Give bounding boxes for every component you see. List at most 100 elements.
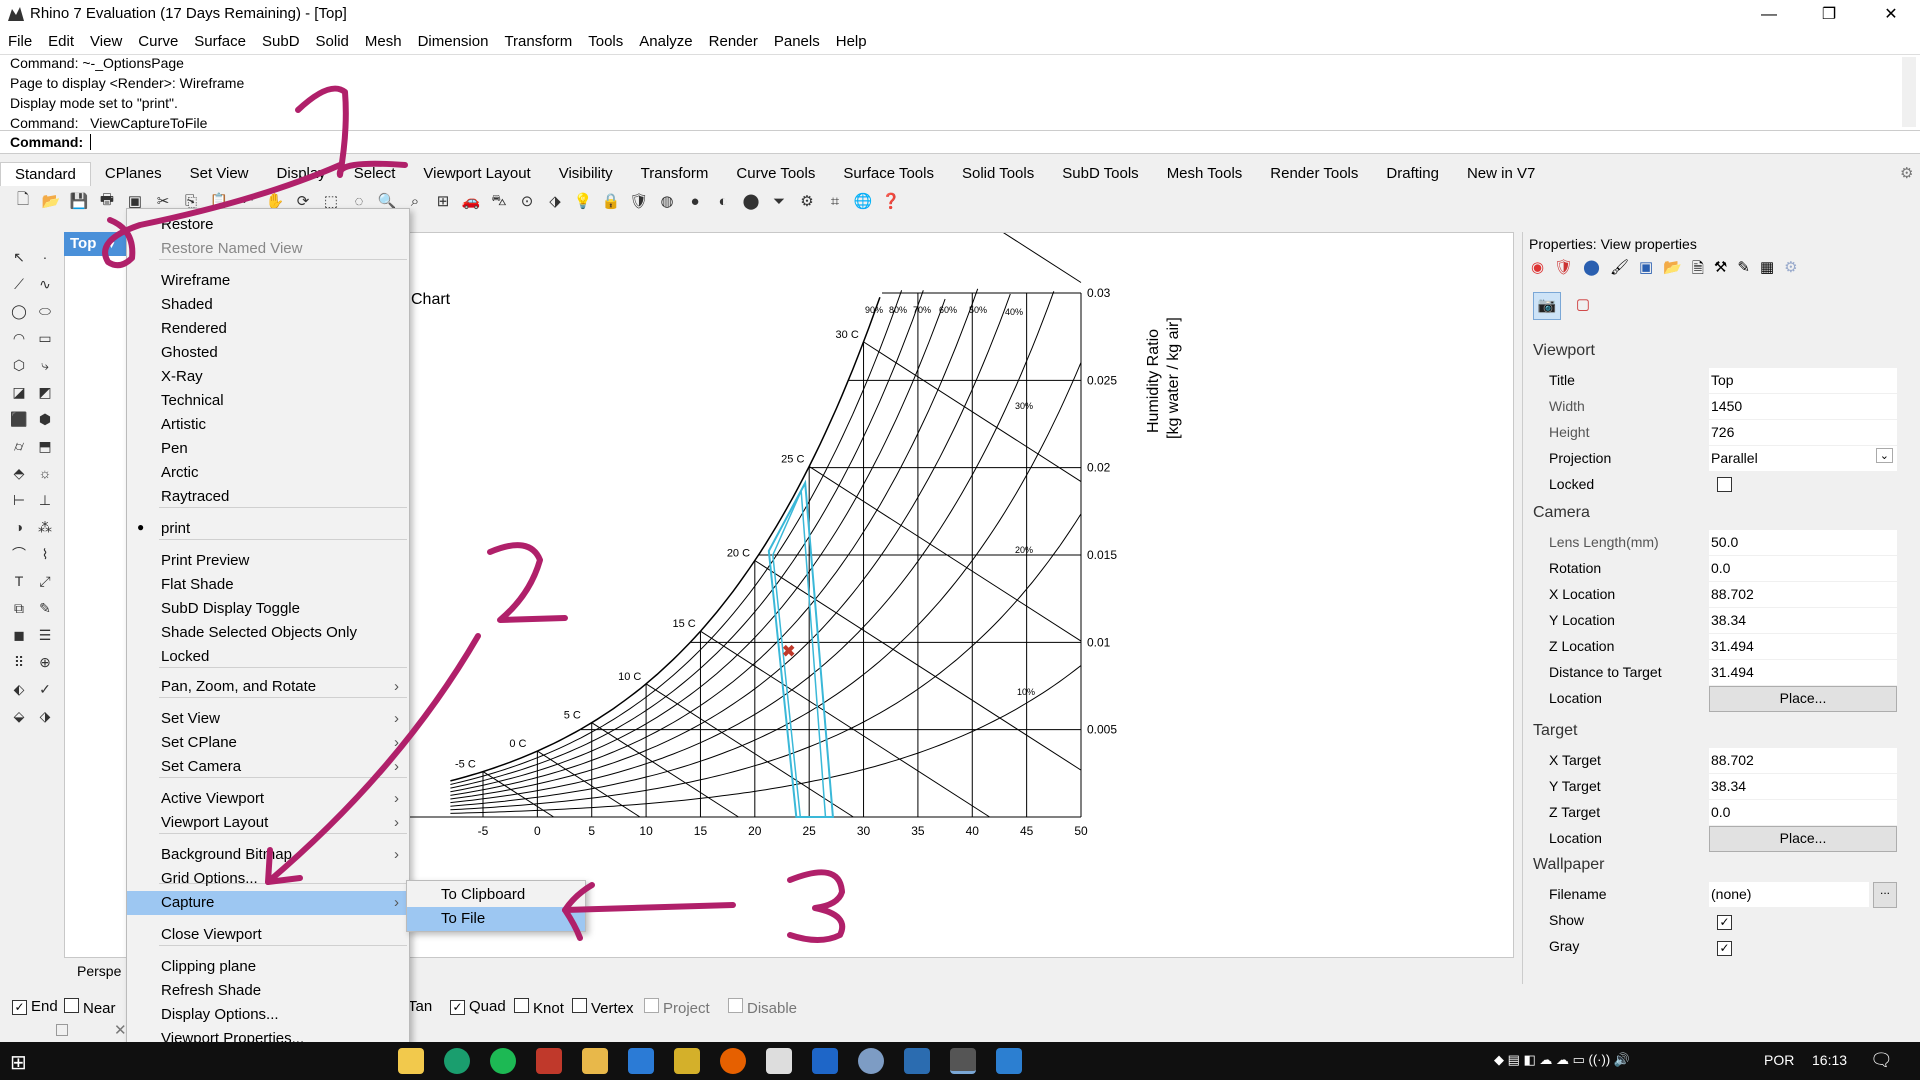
color-wheel-icon[interactable]: ◍ <box>654 188 680 214</box>
osnap-end[interactable]: ✓ End <box>12 998 58 1015</box>
menu-item-close-viewport[interactable]: Close Viewport <box>127 923 409 947</box>
tab-render-tools[interactable]: Render Tools <box>1256 162 1372 186</box>
tab-cplanes[interactable]: CPlanes <box>91 162 176 186</box>
gray-checkbox[interactable]: ✓ <box>1717 941 1732 956</box>
viewport-title-tab[interactable]: Top ▼ <box>64 232 128 256</box>
tab-subd-tools[interactable]: SubD Tools <box>1048 162 1152 186</box>
tray-icons[interactable]: ◆ ▤ ◧ ☁ ☁ ▭ ((·)) 🔊 <box>1494 1052 1630 1068</box>
browse-button[interactable]: ... <box>1873 882 1897 908</box>
offset-icon[interactable]: ⌇ <box>32 541 58 568</box>
vscode-icon[interactable] <box>628 1048 654 1074</box>
render-sphere-icon[interactable]: ⬤ <box>1583 258 1600 283</box>
menu-solid[interactable]: Solid <box>308 30 357 54</box>
material-box-icon[interactable]: ⬙ <box>6 703 32 730</box>
array-icon[interactable]: ⧉ <box>6 595 32 622</box>
settings-icon[interactable]: ⚙ <box>1784 258 1797 283</box>
menu-item-background-bitmap[interactable]: Background Bitmap › <box>127 843 409 867</box>
sphere-gray-icon[interactable]: ◐ <box>710 188 736 214</box>
menu-item-subd-display-toggle[interactable]: SubD Display Toggle <box>127 597 409 621</box>
decal-icon[interactable]: ▣ <box>1639 258 1653 283</box>
calendar-app-icon[interactable] <box>398 1048 424 1074</box>
camera-icon[interactable]: 📷 <box>1533 292 1561 320</box>
select-icon[interactable]: ⬗ <box>542 188 568 214</box>
restore-button[interactable]: ❐ <box>1800 0 1858 30</box>
menu-item-pen[interactable]: Pen <box>127 437 409 461</box>
filter-icon[interactable]: ⏷ <box>766 188 792 214</box>
app-red-icon[interactable] <box>536 1048 562 1074</box>
material-icon[interactable]: 🛡 <box>626 188 652 214</box>
menu-render[interactable]: Render <box>701 30 766 54</box>
menu-panels[interactable]: Panels <box>766 30 828 54</box>
menu-item-set-view[interactable]: Set View › <box>127 707 409 731</box>
menu-item-arctic[interactable]: Arctic <box>127 461 409 485</box>
tab-mesh-tools[interactable]: Mesh Tools <box>1153 162 1257 186</box>
folder-icon[interactable]: 📂 <box>1663 258 1682 283</box>
boolean-icon[interactable]: ◑ <box>6 514 32 541</box>
menu-surface[interactable]: Surface <box>186 30 254 54</box>
menu-item-x-ray[interactable]: X-Ray <box>127 365 409 389</box>
rhino-taskbar-icon[interactable] <box>950 1048 976 1074</box>
minecraft-icon[interactable] <box>674 1048 700 1074</box>
ellipse-icon[interactable]: ⬭ <box>32 298 58 325</box>
projection-select[interactable]: Parallel ⌄ <box>1709 446 1897 472</box>
text-tool-icon[interactable]: T <box>6 568 32 595</box>
z-location-field[interactable]: 31.494 <box>1709 634 1897 660</box>
dimension-icon[interactable]: ⊢ <box>6 487 32 514</box>
car-outline-icon[interactable]: ⛍ <box>486 188 512 214</box>
gear-tools-icon[interactable]: ⚙ <box>794 188 820 214</box>
target-icon[interactable]: ⊙ <box>514 188 540 214</box>
surface-icon[interactable]: ◪ <box>6 379 32 406</box>
clock[interactable]: 16:13 <box>1812 1052 1847 1068</box>
z-target-field[interactable]: 0.0 <box>1709 800 1897 826</box>
menu-item-flat-shade[interactable]: Flat Shade <box>127 573 409 597</box>
tab-select[interactable]: Select <box>340 162 410 186</box>
close-button[interactable]: ✕ <box>1862 0 1920 30</box>
menu-tools[interactable]: Tools <box>580 30 631 54</box>
target-place-button[interactable]: Place... <box>1709 826 1897 852</box>
menu-item-viewport-layout[interactable]: Viewport Layout › <box>127 811 409 835</box>
minimize-button[interactable]: — <box>1740 0 1798 30</box>
grid-snap-icon[interactable]: ⌗ <box>822 188 848 214</box>
file-explorer-icon[interactable] <box>582 1048 608 1074</box>
firefox-icon[interactable] <box>720 1048 746 1074</box>
group-icon[interactable]: ⁂ <box>32 514 58 541</box>
menu-item-technical[interactable]: Technical <box>127 389 409 413</box>
gumball-icon[interactable]: ⊕ <box>32 649 58 676</box>
menu-item-grid-options[interactable]: Grid Options... <box>127 867 409 891</box>
light-icon[interactable]: ☼ <box>32 460 58 487</box>
menu-edit[interactable]: Edit <box>40 30 82 54</box>
tab-surface-tools[interactable]: Surface Tools <box>829 162 948 186</box>
new-file-icon[interactable]: 🗋 <box>10 188 36 214</box>
extrude-icon[interactable]: ⬒ <box>32 433 58 460</box>
frame-icon[interactable]: ▢ <box>1569 292 1597 320</box>
surface-edge-icon[interactable]: ◩ <box>32 379 58 406</box>
tab-curve-tools[interactable]: Curve Tools <box>722 162 829 186</box>
r-studio-icon[interactable] <box>858 1048 884 1074</box>
windows-start-icon[interactable]: ⊞ <box>10 1050 27 1075</box>
mesh-icon[interactable]: ⬘ <box>6 460 32 487</box>
locked-checkbox[interactable] <box>1717 477 1732 492</box>
tools-icon[interactable]: ⚒ <box>1714 258 1727 283</box>
open-folder-icon[interactable]: 📂 <box>38 188 64 214</box>
lens-length-field[interactable]: 50.0 <box>1709 530 1897 556</box>
menu-item-to-clipboard[interactable]: To Clipboard <box>407 883 585 907</box>
tab-solid-tools[interactable]: Solid Tools <box>948 162 1048 186</box>
layer-icon[interactable]: ☰ <box>32 622 58 649</box>
distance-to-target-field[interactable]: 31.494 <box>1709 660 1897 686</box>
rectangle-icon[interactable]: ▭ <box>32 325 58 352</box>
menu-help[interactable]: Help <box>828 30 875 54</box>
menu-item-rendered[interactable]: Rendered <box>127 317 409 341</box>
tab-standard[interactable]: Standard <box>0 162 91 186</box>
dropdown-arrow-icon[interactable]: ▼ <box>107 240 117 251</box>
sphere-blue-icon[interactable]: ⬤ <box>738 188 764 214</box>
menu-view[interactable]: View <box>82 30 130 54</box>
tab-viewport-layout[interactable]: Viewport Layout <box>409 162 544 186</box>
r-app-icon[interactable] <box>812 1048 838 1074</box>
menu-item-to-file[interactable]: To File <box>407 907 585 931</box>
polyline-icon[interactable]: ⟋ <box>6 271 32 298</box>
cylinder-icon[interactable]: ⌭ <box>6 433 32 460</box>
color-wheel-icon[interactable]: ◉ <box>1531 258 1544 283</box>
spotify-icon[interactable] <box>490 1048 516 1074</box>
menu-curve[interactable]: Curve <box>130 30 186 54</box>
width-field[interactable]: 1450 <box>1709 394 1897 420</box>
